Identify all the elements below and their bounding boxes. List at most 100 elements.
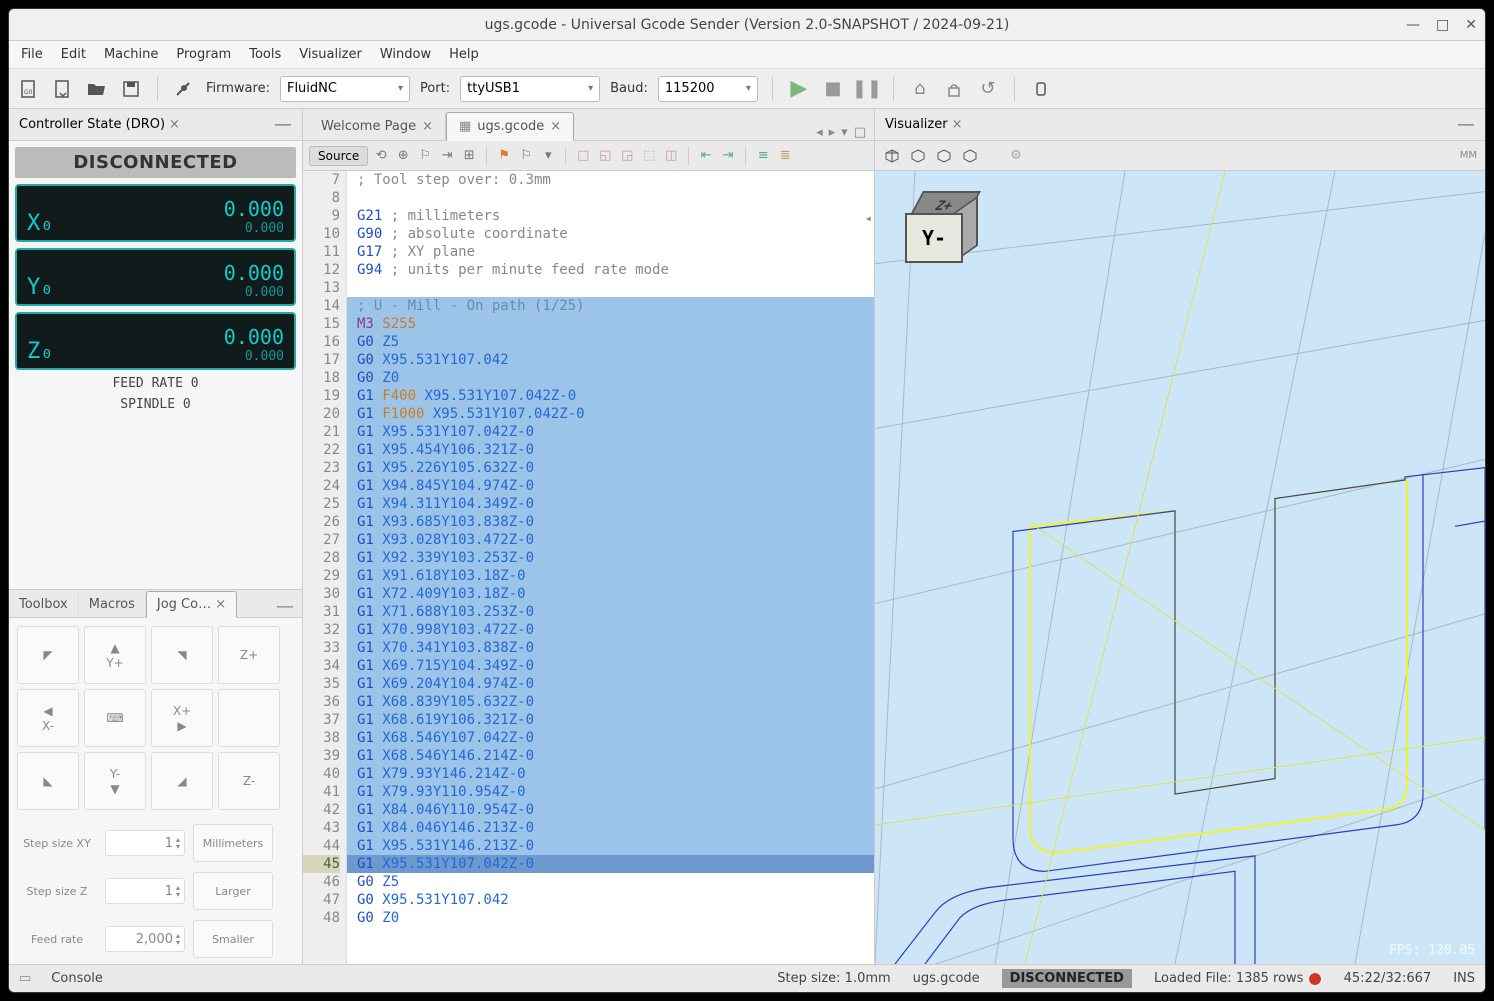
new-file-icon[interactable]: G0 [17,77,41,101]
home-icon[interactable]: ⌂ [908,77,932,101]
jog-diag-ne[interactable]: ◥ [151,626,213,684]
console-toggle-icon[interactable]: ▭ [19,971,31,986]
menu-program[interactable]: Program [176,47,231,62]
maximize-editor-icon[interactable]: □ [854,125,866,140]
tab-jog-controller[interactable]: Jog Co… × [146,591,237,618]
menu-window[interactable]: Window [380,47,431,62]
orientation-cube[interactable]: Z+ Y- [905,191,977,269]
firmware-combo[interactable]: FluidNC▾ [280,76,410,102]
firmware-label: Firmware: [206,81,270,96]
dro-y-label: Y₀ [27,275,54,300]
source-button[interactable]: Source [309,146,368,166]
tab-ugs-gcode[interactable]: ▦ ugs.gcode × [446,112,574,141]
highlight-icon[interactable]: ◫ [662,147,680,165]
view-front-icon[interactable] [935,147,953,165]
menu-visualizer[interactable]: Visualizer [299,47,362,62]
port-combo[interactable]: ttyUSB1▾ [460,76,600,102]
open-folder-icon[interactable] [85,77,109,101]
status-loaded: Loaded File: 1385 rows [1154,971,1322,986]
minimize-icon[interactable]: — [1406,17,1420,33]
menu-machine[interactable]: Machine [104,47,158,62]
dro-z-row[interactable]: Z₀ 0.0000.000 [15,312,296,370]
save-file-icon[interactable] [51,77,75,101]
mirror-icon[interactable]: ⚐ [416,147,434,165]
jog-diag-nw[interactable]: ◤ [17,626,79,684]
tab-list-icon[interactable]: ▾ [841,125,848,140]
units-button[interactable]: Millimeters [193,824,273,862]
comment-icon[interactable]: ≡ [754,147,772,165]
maximize-icon[interactable]: □ [1436,17,1449,33]
menu-tools[interactable]: Tools [249,47,281,62]
bookmark-prev-icon[interactable]: ⚐ [517,147,535,165]
close-icon[interactable]: × [169,117,180,132]
jog-grid: ◤ ▲Y+ ◥ Z+ ◀ X- ⌨ X+ ▶ ◣ Y-▼ ◢ Z- [9,618,302,818]
minimize-panel-icon[interactable]: — [268,596,302,617]
cube-front-face[interactable]: Y- [905,213,963,263]
jog-z-center[interactable] [218,689,280,747]
find-prev-icon[interactable]: ◱ [596,147,614,165]
rotate-icon[interactable]: ⟲ [372,147,390,165]
jog-x-minus[interactable]: ◀ X- [17,689,79,747]
menu-edit[interactable]: Edit [61,47,86,62]
fold-marker-icon[interactable]: ◂ [865,211,872,225]
baud-combo[interactable]: 115200▾ [658,76,758,102]
replace-icon[interactable]: ⬚ [640,147,658,165]
tab-welcome[interactable]: Welcome Page × [309,113,446,140]
uncomment-icon[interactable]: ≣ [776,147,794,165]
jog-y-minus[interactable]: Y-▼ [84,752,146,810]
visualizer-canvas[interactable]: Z+ Y- FPS: 120.05 [875,171,1485,964]
pause-icon[interactable]: ❚❚ [855,77,879,101]
pendant-icon[interactable] [1029,77,1053,101]
jog-diag-sw[interactable]: ◣ [17,752,79,810]
tab-scroll-right-icon[interactable]: ▸ [829,125,836,140]
jog-z-plus[interactable]: Z+ [218,626,280,684]
bookmark-next-icon[interactable]: ▾ [539,147,557,165]
jog-z-minus[interactable]: Z- [218,752,280,810]
play-icon[interactable]: ▶ [787,77,811,101]
menubar: File Edit Machine Program Tools Visualiz… [9,41,1485,69]
view-top-icon[interactable] [909,147,927,165]
close-icon[interactable]: ✕ [1465,17,1477,33]
jog-y-plus[interactable]: ▲Y+ [84,626,146,684]
indent-left-icon[interactable]: ⇤ [697,147,715,165]
connect-icon[interactable] [172,77,196,101]
save-icon[interactable] [119,77,143,101]
port-label: Port: [420,81,450,96]
jog-diag-se[interactable]: ◢ [151,752,213,810]
step-xy-input[interactable]: 1▴▾ [105,830,185,856]
reset-icon[interactable]: ↺ [976,77,1000,101]
indent-right-icon[interactable]: ⇥ [719,147,737,165]
tab-macros[interactable]: Macros [79,592,146,617]
run-from-icon[interactable]: ⇥ [438,147,456,165]
translate-icon[interactable]: ⊕ [394,147,412,165]
menu-file[interactable]: File [21,47,43,62]
feed-rate-input[interactable]: 2,000▴▾ [105,926,185,952]
dro-x-row[interactable]: X₀ 0.0000.000 [15,184,296,242]
minimize-panel-icon[interactable]: — [1457,114,1475,135]
jog-x-plus[interactable]: X+ ▶ [151,689,213,747]
close-icon[interactable]: × [952,117,963,132]
console-label[interactable]: Console [51,971,103,986]
gear-icon[interactable]: ⚙ [1007,147,1025,165]
dro-y-row[interactable]: Y₀ 0.0000.000 [15,248,296,306]
dro-x-label: X₀ [27,211,54,236]
view-iso-icon[interactable] [883,147,901,165]
jog-keyboard-icon[interactable]: ⌨ [84,689,146,747]
minimize-panel-icon[interactable]: — [274,114,292,135]
bookmark-icon[interactable]: ⚑ [495,147,513,165]
view-side-icon[interactable] [961,147,979,165]
code-editor[interactable]: 7891011121314151617181920212223242526272… [303,171,874,964]
larger-button[interactable]: Larger [193,872,273,910]
insert-icon[interactable]: ⊞ [460,147,478,165]
visualizer-header: Visualizer × — [875,109,1485,141]
unlock-icon[interactable] [942,77,966,101]
status-cursor-pos: 45:22/32:667 [1344,971,1432,986]
menu-help[interactable]: Help [449,47,479,62]
smaller-button[interactable]: Smaller [193,920,273,958]
find-icon[interactable]: □ [574,147,592,165]
step-z-input[interactable]: 1▴▾ [105,878,185,904]
stop-icon[interactable]: ■ [821,77,845,101]
find-next-icon[interactable]: ◲ [618,147,636,165]
tab-scroll-left-icon[interactable]: ◂ [816,125,823,140]
tab-toolbox[interactable]: Toolbox [9,592,79,617]
